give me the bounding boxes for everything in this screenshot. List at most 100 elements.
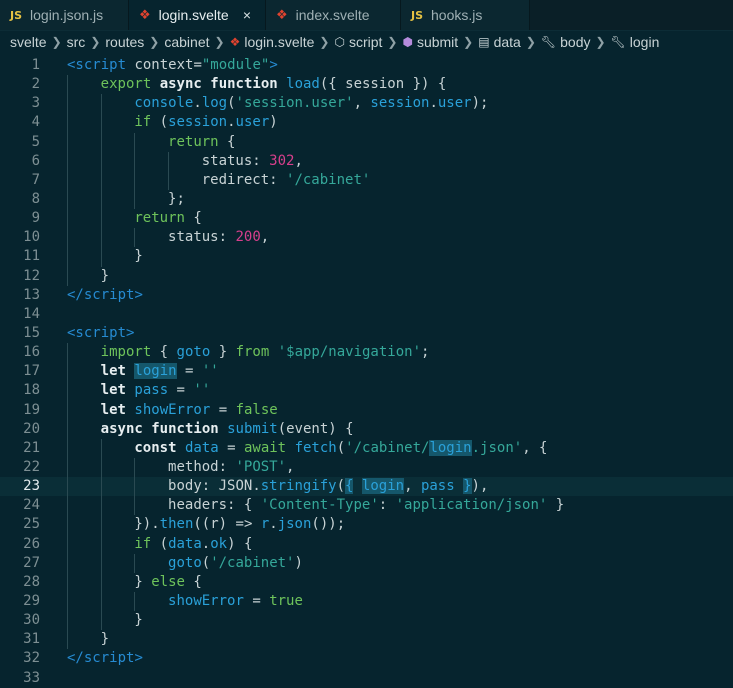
chevron-right-icon: ❯ (51, 35, 62, 49)
code-line[interactable]: 33 (0, 669, 733, 688)
code-token: session (168, 114, 228, 131)
tab-label: login.json.js (30, 7, 104, 23)
tab-login-json-js[interactable]: JS login.json.js (0, 0, 129, 30)
code-text: </script> (67, 649, 143, 668)
code-token: '' (193, 382, 211, 399)
breadcrumb-item[interactable]: src (67, 34, 86, 50)
tab-index-svelte[interactable]: ❖ index.svelte (266, 0, 401, 30)
code-token: let (100, 401, 126, 418)
code-line[interactable]: 8}; (0, 189, 733, 210)
code-line[interactable]: 6 status: 302, (0, 151, 733, 171)
code-token: = (168, 382, 194, 399)
breadcrumb-item[interactable]: 🔧︎ body (541, 34, 591, 50)
code-line[interactable]: 29 showError = true (0, 591, 733, 612)
code-token: . (269, 516, 278, 533)
code-line[interactable]: 27 goto('/cabinet') (0, 553, 733, 573)
code-token: const (134, 439, 177, 456)
code-token: user (235, 114, 270, 131)
breadcrumb-item[interactable]: routes (105, 34, 144, 50)
js-icon: JS (10, 8, 23, 22)
code-text: </script> (67, 286, 143, 305)
code-token: } (134, 612, 143, 629)
code-editor[interactable]: 1 <script context="module"> 2 export async … (0, 56, 733, 688)
code-token: . (227, 114, 236, 131)
code-line[interactable]: 26 if (data.ok) { (0, 534, 733, 554)
code-line[interactable]: 22 method: 'POST', (0, 457, 733, 478)
breadcrumb-item[interactable]: svelte (10, 34, 47, 50)
code-line[interactable]: 32 </script> (0, 649, 733, 668)
code-line[interactable]: 30} (0, 611, 733, 631)
code-line[interactable]: 14 (0, 305, 733, 324)
breadcrumb-item[interactable]: ❖ login.svelte (230, 34, 315, 50)
tab-login-svelte[interactable]: ❖ login.svelte × (129, 0, 266, 30)
code-line[interactable]: 16 import { goto } from '$app/navigation'… (0, 343, 733, 363)
code-line[interactable]: 17 let login = '' (0, 362, 733, 382)
code-line[interactable]: 21 const data = await fetch('/cabinet/log… (0, 438, 733, 458)
code-line[interactable]: 7 redirect: '/cabinet' (0, 170, 733, 190)
code-line[interactable]: 25}).then((r) => r.json()); (0, 515, 733, 535)
breadcrumb-item[interactable]: ⬡ script (334, 34, 382, 50)
breadcrumb-item[interactable]: 🔧︎ login (611, 34, 660, 50)
code-line[interactable]: 5 return { (0, 132, 733, 152)
code-token: 'session.user' (235, 95, 354, 112)
indent-guide (100, 228, 102, 248)
code-line[interactable]: 20 async function submit(event) { (0, 419, 733, 439)
code-line[interactable]: 1 <script context="module"> (0, 56, 733, 75)
close-icon[interactable]: × (243, 7, 251, 23)
code-line[interactable]: 10 status: 200, (0, 228, 733, 248)
code-token: 'Content-Type' (260, 497, 379, 514)
line-number: 5 (31, 133, 40, 150)
indent-guide (67, 94, 68, 114)
code-line[interactable]: 12} (0, 266, 733, 286)
code-token: headers: { (168, 497, 261, 514)
indent-guide (134, 151, 136, 171)
code-line[interactable]: 9 return { (0, 209, 733, 229)
code-token: r (260, 516, 270, 533)
code-line[interactable]: 31} (0, 630, 733, 650)
line-number: 28 (23, 573, 40, 590)
code-text: } (101, 630, 109, 649)
breadcrumb-item[interactable]: ▤ data (478, 34, 521, 50)
indent-guide (100, 113, 102, 133)
indent-guide (67, 611, 68, 631)
code-line[interactable]: 28} else { (0, 572, 733, 592)
breadcrumb-item[interactable]: ⬢ submit (402, 34, 458, 50)
code-token: await (243, 439, 287, 456)
code-line[interactable]: 23 body: JSON.stringify({ login, pass }), (0, 477, 733, 497)
indent-guide (67, 419, 68, 439)
code-token: 302 (269, 152, 295, 169)
breadcrumb-item[interactable]: cabinet (164, 34, 209, 50)
code-text: import { goto } from '$app/navigation'; (101, 343, 430, 362)
line-number: 30 (23, 612, 40, 629)
code-line[interactable]: 15 <script> (0, 324, 733, 343)
code-token: , { (522, 439, 548, 456)
code-line[interactable]: 18 let pass = '' (0, 381, 733, 401)
code-line[interactable]: 4 if (session.user) (0, 113, 733, 133)
code-token: goto (168, 554, 202, 571)
line-number: 22 (23, 458, 40, 475)
code-token: showError (168, 592, 244, 609)
symbol-icon: ⬡ (334, 35, 345, 49)
indent-guide (67, 400, 68, 420)
code-token: ((r) => (193, 516, 261, 533)
indent-guide (100, 515, 102, 535)
code-line[interactable]: 13 </script> (0, 286, 733, 305)
code-text: console.log('session.user', session.user… (134, 94, 488, 113)
code-line[interactable]: 24 headers: { 'Content-Type': 'applicatio… (0, 496, 733, 516)
line-number: 18 (23, 382, 40, 399)
line-number: 15 (23, 324, 40, 341)
code-line[interactable]: 2 export async function load({ session })… (0, 75, 733, 95)
indent-guide (67, 591, 68, 612)
code-token: } (134, 573, 152, 590)
code-line[interactable]: 11} (0, 247, 733, 267)
indent-guide (134, 132, 136, 152)
tab-bar: JS login.json.js ❖ login.svelte × ❖ inde… (0, 0, 733, 31)
code-line[interactable]: 19 let showError = false (0, 400, 733, 420)
code-token: : (378, 497, 396, 514)
code-token: data (168, 535, 202, 552)
tab-hooks-js[interactable]: JS hooks.js (401, 0, 530, 30)
code-line[interactable]: 3 console.log('session.user', session.use… (0, 94, 733, 114)
